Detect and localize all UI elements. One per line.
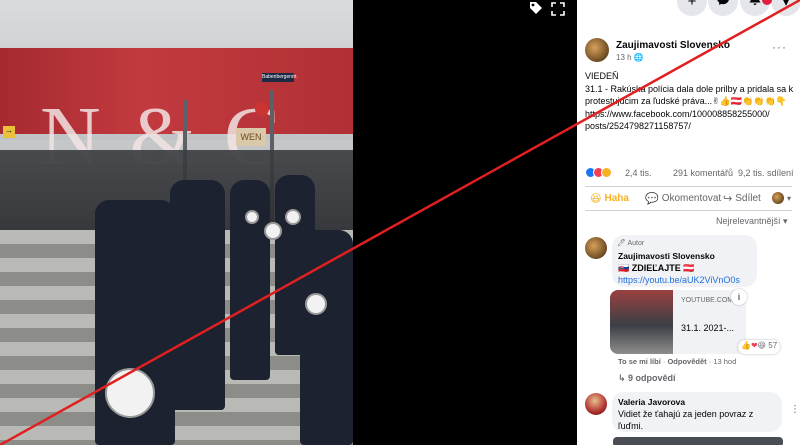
- post-text-line2: 31.1 - Rakúska polícia dala dole prilby …: [585, 83, 794, 107]
- view-replies-link[interactable]: ↳ 9 odpovědí: [618, 373, 676, 384]
- media-viewer[interactable]: N & C Babenbergerstr. WEN →: [0, 0, 577, 445]
- comment-link[interactable]: https://youtu.be/aUK2ViVnO0s: [618, 274, 740, 286]
- bell-icon: [749, 0, 761, 10]
- comment-like-link[interactable]: To se mi líbí: [618, 357, 661, 366]
- post-text: VIEDEŇ 31.1 - Rakúska polícia dala dole …: [585, 70, 797, 133]
- love-icon: ❤: [750, 341, 758, 350]
- small-sign: →: [3, 126, 15, 138]
- post-url[interactable]: https://www.facebook.com/100008858255000…: [585, 108, 797, 133]
- comment-reactions[interactable]: 👍❤😆 57: [738, 340, 781, 354]
- comment-time[interactable]: 13 hod: [713, 357, 736, 366]
- post-actions: 😆 Haha 💬 Okomentovat ↪ Sdílet ▾: [585, 190, 800, 208]
- police-helmet: [264, 222, 282, 240]
- avatar-small: [772, 192, 784, 204]
- police-officer: [170, 180, 225, 410]
- reaction-icons: [585, 167, 612, 180]
- haha-icon: [601, 167, 612, 178]
- like-icon: 👍: [741, 341, 751, 350]
- comment-author[interactable]: Zaujimavosti Slovensko: [618, 251, 715, 261]
- post-author[interactable]: Zaujimavosti Slovensko: [616, 40, 730, 51]
- comment-icon: 💬: [645, 193, 659, 205]
- link-preview-thumbnail: [610, 290, 673, 354]
- link-preview-card[interactable]: YOUTUBE.COM 31.1. 2021-...: [610, 290, 746, 354]
- comment-avatar[interactable]: [585, 237, 607, 259]
- divider: [585, 186, 792, 187]
- police-helmet: [105, 368, 155, 418]
- haha-icon: 😆: [590, 193, 602, 205]
- comment-more-icon[interactable]: ⋮: [790, 404, 800, 415]
- police-helmet: [285, 209, 301, 225]
- store-sign: N & C: [0, 48, 353, 183]
- protest-photo: N & C Babenbergerstr. WEN →: [0, 0, 353, 445]
- messenger-icon: [716, 0, 730, 10]
- comment-sort-dropdown[interactable]: Nejrelevantnější ▾: [716, 216, 788, 227]
- reaction-count[interactable]: 2,4 tis.: [625, 168, 652, 178]
- post-side-panel: Zaujimavosti Slovensko 13 h 🌐 ··· VIEDEŇ…: [577, 0, 800, 445]
- comment-reply-link[interactable]: Odpovědět: [667, 357, 706, 366]
- account-dropdown-icon: ▾: [782, 0, 790, 10]
- haha-button[interactable]: 😆 Haha: [590, 192, 629, 205]
- globe-icon: 🌐: [633, 53, 644, 62]
- street-sign: Babenbergerstr.: [262, 73, 298, 82]
- post-time[interactable]: 13 h 🌐: [616, 53, 644, 62]
- author-badge: 🖊 Autor: [617, 240, 645, 247]
- share-count[interactable]: 9,2 tis. sdílení: [738, 168, 794, 178]
- reaction-summary[interactable]: 2,4 tis. 291 komentářů 9,2 tis. sdílení: [585, 167, 800, 181]
- comment-image-preview[interactable]: [613, 437, 783, 445]
- haha-icon: 😆: [757, 341, 767, 350]
- police-officer: [300, 230, 353, 445]
- comment-text: Vidiet že ťahajú za jeden povraz z ľuďmi…: [618, 409, 754, 431]
- post-text-line1: VIEDEŇ: [585, 71, 619, 81]
- info-icon[interactable]: i: [731, 289, 747, 305]
- share-button[interactable]: ↪ Sdílet: [723, 192, 761, 205]
- comment-author[interactable]: Valeria Javorova: [618, 397, 685, 407]
- more-options-icon[interactable]: ···: [772, 40, 787, 54]
- no-entry-sign: [255, 102, 269, 116]
- comment-actions: To se mi líbí · Odpovědět · 13 hod: [618, 357, 737, 366]
- link-preview-title: 31.1. 2021-...: [681, 323, 735, 333]
- comment-button[interactable]: 💬 Okomentovat: [645, 192, 721, 205]
- comment-avatar[interactable]: [585, 393, 607, 415]
- audience-selector[interactable]: ▾: [772, 192, 791, 204]
- fullscreen-icon[interactable]: [551, 2, 569, 20]
- plus-icon: +: [687, 0, 697, 10]
- tag-icon[interactable]: [528, 0, 546, 18]
- comment-text: 🇸🇰 ZDIEĽAJTE 🇦🇹: [618, 263, 695, 273]
- shop-sign: WEN: [236, 128, 266, 146]
- police-helmet: [245, 210, 259, 224]
- page-avatar[interactable]: [585, 38, 609, 62]
- police-helmet: [305, 293, 327, 315]
- share-icon: ↪: [723, 193, 733, 205]
- divider: [585, 210, 792, 211]
- comment-count[interactable]: 291 komentářů: [673, 168, 733, 178]
